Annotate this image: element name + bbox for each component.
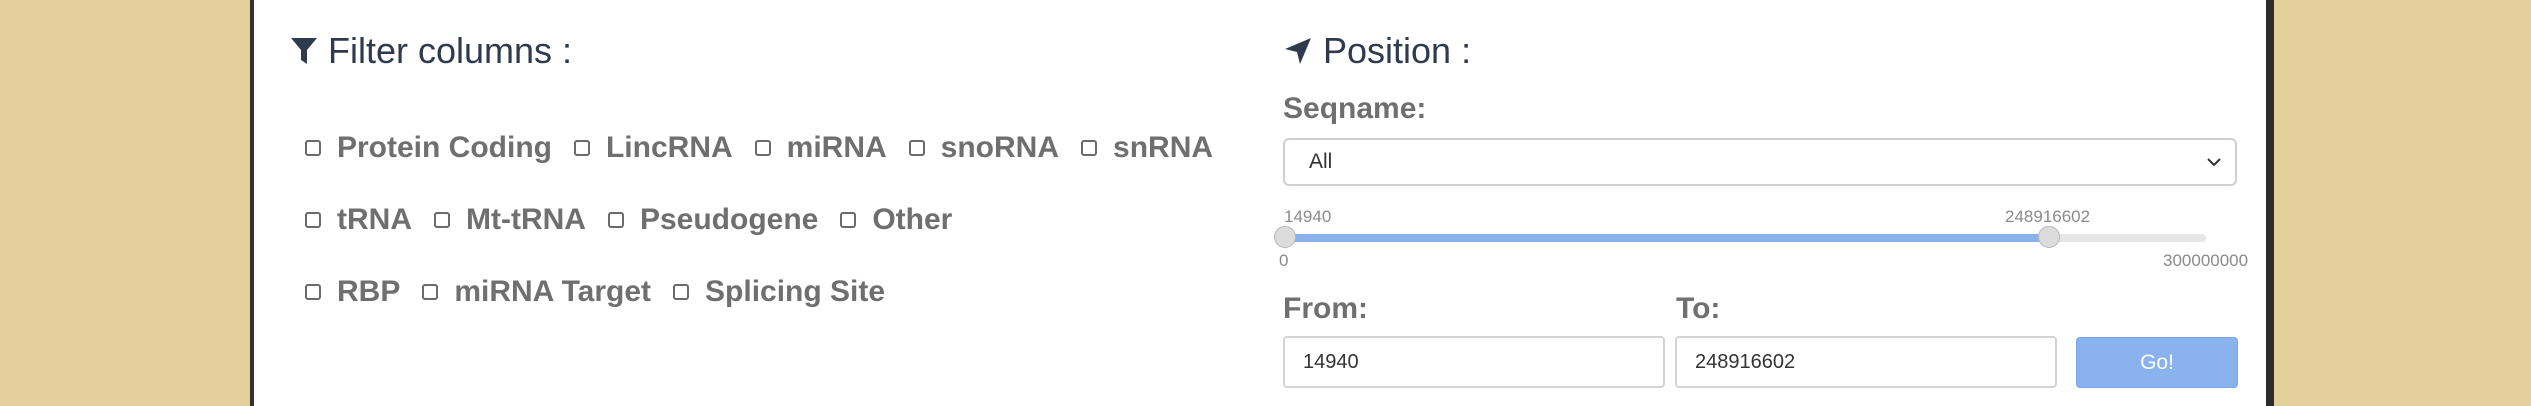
filter-option-label: Mt-tRNA bbox=[466, 203, 586, 236]
checkbox[interactable] bbox=[908, 140, 925, 156]
position-title: Position : bbox=[1323, 30, 1472, 71]
filter-option-mirna-target[interactable]: miRNA Target bbox=[422, 275, 651, 309]
filter-option-trna[interactable]: tRNA bbox=[305, 203, 412, 237]
seqname-label: Seqname: bbox=[1283, 92, 1427, 125]
range-slider-track[interactable] bbox=[1284, 234, 2206, 242]
filter-option-label: Protein Coding bbox=[337, 131, 552, 164]
from-label: From: bbox=[1283, 292, 1368, 325]
filter-option-rbp[interactable]: RBP bbox=[305, 275, 400, 309]
filter-row-3: RBP miRNA Target Splicing Site bbox=[305, 272, 907, 312]
checkbox[interactable] bbox=[422, 284, 439, 300]
filter-option-label: tRNA bbox=[337, 203, 412, 236]
filter-option-label: miRNA Target bbox=[454, 275, 652, 308]
position-heading: Position : bbox=[1283, 30, 1471, 72]
filter-option-label: Splicing Site bbox=[705, 275, 886, 308]
filter-option-label: miRNA bbox=[786, 131, 887, 164]
filter-option-label: Other bbox=[872, 203, 953, 236]
checkbox[interactable] bbox=[573, 140, 590, 156]
slider-max-label: 300000000 bbox=[2163, 251, 2249, 270]
slider-min-label: 0 bbox=[1279, 251, 1289, 270]
filter-title: Filter columns : bbox=[328, 30, 573, 71]
seqname-selected-value: All bbox=[1309, 150, 1333, 173]
checkbox[interactable] bbox=[607, 212, 624, 228]
checkbox[interactable] bbox=[1081, 140, 1098, 156]
filter-option-label: snRNA bbox=[1113, 131, 1214, 164]
checkbox[interactable] bbox=[840, 212, 857, 228]
to-input[interactable]: 248916602 bbox=[1675, 336, 2057, 388]
checkbox[interactable] bbox=[754, 140, 771, 156]
filter-option-splicing-site[interactable]: Splicing Site bbox=[673, 275, 885, 309]
filter-option-snrna[interactable]: snRNA bbox=[1081, 131, 1213, 165]
range-slider-low-handle[interactable] bbox=[1274, 226, 1297, 248]
range-slider-selection bbox=[1284, 234, 2049, 242]
filter-option-mt-trna[interactable]: Mt-tRNA bbox=[434, 203, 586, 237]
filter-option-snorna[interactable]: snoRNA bbox=[908, 131, 1060, 165]
seqname-select[interactable]: All bbox=[1283, 138, 2237, 186]
go-button[interactable]: Go! bbox=[2076, 337, 2238, 388]
checkbox[interactable] bbox=[673, 284, 690, 300]
filter-option-other[interactable]: Other bbox=[840, 203, 952, 237]
filter-option-mirna[interactable]: miRNA bbox=[754, 131, 887, 165]
filter-icon bbox=[291, 38, 317, 64]
filter-row-2: tRNA Mt-tRNA Pseudogene Other bbox=[305, 200, 974, 240]
to-input-value: 248916602 bbox=[1695, 350, 1796, 373]
filter-row-1: Protein Coding LincRNA miRNA snoRNA snRN… bbox=[305, 128, 1235, 168]
checkbox[interactable] bbox=[434, 212, 450, 228]
range-slider-high-handle[interactable] bbox=[2037, 226, 2060, 248]
filter-option-label: RBP bbox=[337, 275, 401, 308]
slider-low-value: 14940 bbox=[1284, 207, 1332, 226]
filter-option-protein-coding[interactable]: Protein Coding bbox=[305, 131, 552, 165]
from-input[interactable]: 14940 bbox=[1283, 336, 1665, 388]
slider-high-value: 248916602 bbox=[2005, 207, 2091, 226]
filter-option-label: LincRNA bbox=[605, 131, 733, 164]
checkbox[interactable] bbox=[305, 140, 321, 156]
location-arrow-icon bbox=[1285, 38, 1311, 64]
filter-option-label: snoRNA bbox=[940, 131, 1060, 164]
chevron-down-icon bbox=[2207, 158, 2221, 167]
from-input-value: 14940 bbox=[1303, 350, 1359, 373]
filter-option-lincrna[interactable]: LincRNA bbox=[573, 131, 733, 165]
filter-option-label: Pseudogene bbox=[639, 203, 819, 236]
checkbox[interactable] bbox=[305, 212, 321, 228]
checkbox[interactable] bbox=[305, 284, 321, 300]
filter-heading: Filter columns : bbox=[290, 30, 572, 72]
filter-option-pseudogene[interactable]: Pseudogene bbox=[607, 203, 819, 237]
to-label: To: bbox=[1676, 292, 1721, 325]
